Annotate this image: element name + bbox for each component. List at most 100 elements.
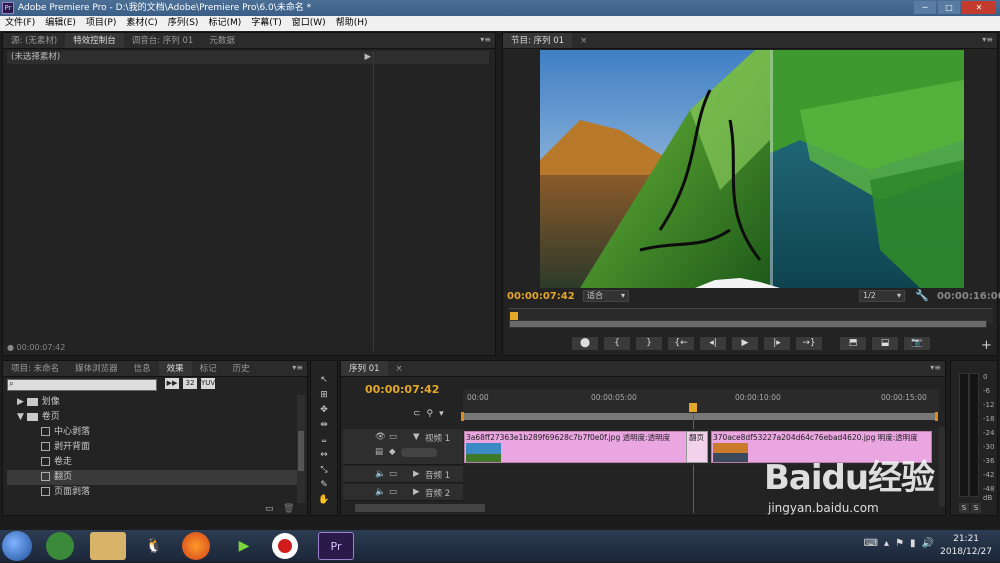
- transition-page-turn[interactable]: 翻页: [686, 431, 708, 463]
- menu-window[interactable]: 窗口(W): [287, 16, 331, 31]
- flag-icon[interactable]: ⚑: [895, 538, 904, 549]
- video-clip-1[interactable]: 3a68ff27363e1b289f69628c7b7f0e0f.jpg 透明度…: [464, 431, 688, 463]
- settings-wrench-icon[interactable]: 🔧: [915, 289, 929, 302]
- program-zoom-bar[interactable]: [509, 320, 987, 328]
- menu-sequence[interactable]: 序列(S): [163, 16, 204, 31]
- chevron-down-icon[interactable]: ▼: [413, 432, 420, 442]
- video-preview[interactable]: [540, 50, 964, 288]
- panel-menu-icon[interactable]: ▾≡: [480, 35, 491, 44]
- marker-icon[interactable]: ▾: [439, 409, 444, 419]
- tab-media-browser[interactable]: 媒体浏览器: [67, 361, 126, 376]
- tree-effect-page-roll[interactable]: 卷走: [7, 455, 297, 470]
- timeline-timecode[interactable]: 00:00:07:42: [365, 383, 439, 396]
- track-header-audio-1[interactable]: 🔈 ▭ ▶ 音频 1: [343, 466, 463, 483]
- tab-source[interactable]: 源: (无素材): [3, 33, 65, 48]
- chevron-up-icon[interactable]: ▴: [884, 538, 889, 549]
- expand-arrow-icon[interactable]: ▶: [364, 51, 371, 64]
- work-area-bar[interactable]: [463, 413, 937, 420]
- link-icon[interactable]: ⚲: [427, 409, 434, 419]
- record-icon[interactable]: [272, 533, 298, 559]
- hand-tool-icon[interactable]: ✋: [315, 494, 333, 506]
- track-header-video-1[interactable]: 👁 ▭ ▼ 视频 1 ▤ ◆: [343, 429, 463, 465]
- premiere-taskbar-icon[interactable]: Pr: [318, 532, 354, 560]
- chevron-right-icon[interactable]: ▶: [413, 487, 420, 497]
- menu-help[interactable]: 帮助(H): [331, 16, 373, 31]
- menu-project[interactable]: 项目(P): [81, 16, 121, 31]
- tab-effect-controls[interactable]: 特效控制台: [65, 33, 124, 48]
- tree-effect-peel-back[interactable]: 剥开背面: [7, 440, 297, 455]
- tab-info[interactable]: 信息: [126, 361, 159, 376]
- selection-tool-icon[interactable]: ↖: [315, 374, 333, 386]
- add-button[interactable]: +: [981, 338, 992, 353]
- fit-dropdown[interactable]: 适合 ▾: [583, 290, 629, 302]
- chevron-down-icon[interactable]: ▼: [17, 412, 27, 422]
- panel-divider[interactable]: [373, 51, 374, 351]
- file-explorer-icon[interactable]: [90, 532, 126, 560]
- speaker-icon[interactable]: 🔈: [375, 487, 386, 497]
- tab-audio-mixer[interactable]: 调音台: 序列 01: [124, 33, 202, 48]
- slide-tool-icon[interactable]: ⤡: [315, 464, 333, 476]
- volume-icon[interactable]: 🔊: [922, 538, 934, 549]
- tree-effect-page-turn[interactable]: 翻页: [7, 470, 297, 485]
- tab-markers[interactable]: 标记: [192, 361, 225, 376]
- effects-search-input[interactable]: [7, 379, 157, 391]
- add-marker-button[interactable]: ⬤: [571, 336, 599, 351]
- timeline-zoom-scrollbar[interactable]: [355, 504, 485, 512]
- go-to-out-button[interactable]: →}: [795, 336, 823, 351]
- track-header-audio-2[interactable]: 🔈 ▭ ▶ 音频 2: [343, 484, 463, 501]
- lock-icon[interactable]: ▭: [389, 469, 397, 479]
- track-select-tool-icon[interactable]: ⊞: [315, 389, 333, 401]
- solo-right-button[interactable]: S: [971, 503, 981, 513]
- play-button[interactable]: ▶: [731, 336, 759, 351]
- work-area-start-handle[interactable]: [461, 412, 464, 421]
- go-to-in-button[interactable]: {←: [667, 336, 695, 351]
- tab-history[interactable]: 历史: [225, 361, 258, 376]
- tab-sequence-01[interactable]: 序列 01: [341, 361, 388, 376]
- close-tab-icon[interactable]: ×: [388, 361, 411, 376]
- keyframe-icon[interactable]: ◆: [389, 447, 396, 457]
- tree-folder-page-peel[interactable]: ▼ 卷页: [7, 410, 297, 425]
- tab-program[interactable]: 节目: 序列 01: [503, 33, 573, 48]
- tree-effect-center-peel[interactable]: 中心剥落: [7, 425, 297, 440]
- razor-tool-icon[interactable]: ⧢: [315, 434, 333, 446]
- timeline-playhead[interactable]: [689, 403, 697, 412]
- tab-metadata[interactable]: 元数据: [201, 33, 243, 48]
- tab-effects[interactable]: 效果: [158, 361, 192, 376]
- accelerated-effects-button[interactable]: ▶▶: [165, 378, 179, 389]
- qq-icon[interactable]: 🐧: [136, 532, 172, 560]
- app-360-icon[interactable]: [46, 532, 74, 560]
- close-button[interactable]: ✕: [962, 1, 996, 14]
- work-area-end-handle[interactable]: [935, 412, 938, 421]
- minimize-button[interactable]: ─: [914, 1, 936, 14]
- mark-out-button[interactable]: }: [635, 336, 663, 351]
- snap-icon[interactable]: ⊂: [413, 409, 421, 419]
- program-current-timecode[interactable]: 00:00:07:42: [507, 291, 575, 302]
- new-bin-icon[interactable]: ▭: [265, 504, 274, 514]
- close-tab-icon[interactable]: ×: [572, 33, 595, 48]
- keyframe-nav[interactable]: [401, 448, 437, 457]
- maximize-button[interactable]: □: [938, 1, 960, 14]
- rolling-edit-tool-icon[interactable]: ⇹: [315, 419, 333, 431]
- pen-tool-icon[interactable]: ✎: [315, 479, 333, 491]
- eye-icon[interactable]: 👁: [375, 432, 386, 442]
- network-icon[interactable]: ▮: [910, 538, 916, 549]
- lift-button[interactable]: ⬒: [839, 336, 867, 351]
- mark-in-button[interactable]: {: [603, 336, 631, 351]
- panel-menu-icon[interactable]: ▾≡: [292, 363, 303, 372]
- chevron-right-icon[interactable]: ▶: [413, 469, 420, 479]
- step-back-button[interactable]: ◂|: [699, 336, 727, 351]
- yuv-effects-button[interactable]: YUV: [201, 378, 215, 389]
- export-frame-button[interactable]: 📷: [903, 336, 931, 351]
- lock-icon[interactable]: ▭: [389, 487, 397, 497]
- clock[interactable]: 21:21 2018/12/27: [940, 533, 992, 559]
- speaker-icon[interactable]: 🔈: [375, 469, 386, 479]
- extract-button[interactable]: ⬓: [871, 336, 899, 351]
- ripple-edit-tool-icon[interactable]: ✥: [315, 404, 333, 416]
- tree-folder-wipe[interactable]: ▶ 划像: [7, 395, 297, 410]
- resolution-dropdown[interactable]: 1/2 ▾: [859, 290, 905, 302]
- timeline-ruler[interactable]: [463, 389, 939, 413]
- panel-menu-icon[interactable]: ▾≡: [930, 363, 941, 372]
- slip-tool-icon[interactable]: ⇔: [315, 449, 333, 461]
- program-playhead[interactable]: [510, 312, 518, 320]
- menu-clip[interactable]: 素材(C): [121, 16, 162, 31]
